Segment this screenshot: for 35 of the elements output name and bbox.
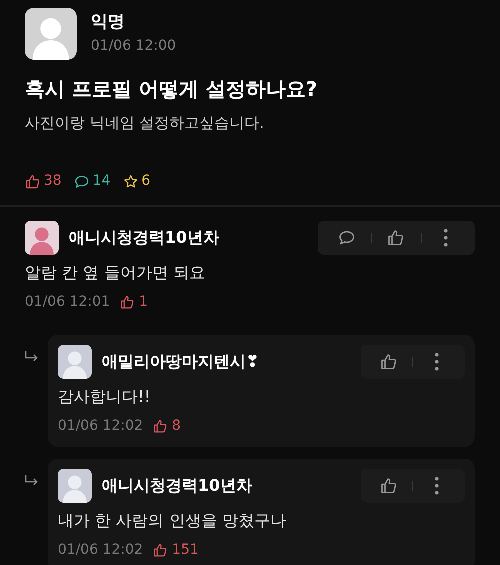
avatar-icon bbox=[58, 344, 92, 378]
more-icon bbox=[434, 476, 439, 494]
avatar-icon bbox=[25, 220, 59, 254]
comment-text: 내가 한 사람의 인생을 망쳤구나 bbox=[58, 510, 288, 532]
comment-text: 감사합니다!! bbox=[58, 386, 152, 408]
stat-count: 6 bbox=[142, 172, 151, 191]
thumbs-up-icon bbox=[153, 543, 168, 558]
commenter-name: 애니시청경력10년차 bbox=[102, 474, 252, 496]
like-count: 151 bbox=[172, 541, 199, 560]
more-icon bbox=[434, 352, 439, 370]
post-title: 혹시 프로필 어떻게 설정하나요? bbox=[25, 76, 318, 103]
comment-date: 01/06 12:02 bbox=[58, 541, 144, 560]
comment-text: 알람 칸 옆 들어가면 되요 bbox=[25, 262, 206, 284]
author-name: 익명 bbox=[91, 11, 126, 34]
thumbs-up-icon bbox=[387, 228, 406, 246]
commenter-name: 애니시청경력10년차 bbox=[69, 226, 220, 248]
reply-arrow-icon bbox=[25, 474, 39, 486]
commenter-name: 애밀리아땅마지텐시❣ bbox=[102, 350, 260, 372]
post-body: 사진이랑 닉네임 설정하고싶습니다. bbox=[25, 113, 266, 134]
thumbs-up-icon bbox=[380, 352, 398, 370]
like-count: 8 bbox=[172, 417, 182, 436]
avatar-icon bbox=[58, 468, 92, 502]
reply-arrow-icon bbox=[25, 350, 39, 362]
thumbs-up-icon bbox=[120, 295, 136, 310]
comment-date: 01/06 12:01 bbox=[25, 293, 110, 312]
speech-bubble-icon bbox=[338, 228, 356, 246]
stat-count: 38 bbox=[44, 172, 62, 191]
thumbs-up-icon bbox=[153, 419, 168, 434]
comment-date: 01/06 12:02 bbox=[58, 417, 144, 436]
more-icon bbox=[444, 228, 448, 246]
like-count: 1 bbox=[139, 293, 148, 312]
post-date: 01/06 12:00 bbox=[91, 37, 176, 56]
avatar-icon bbox=[25, 8, 77, 60]
stat-count: 14 bbox=[92, 172, 111, 191]
thumbs-up-icon bbox=[380, 476, 398, 494]
